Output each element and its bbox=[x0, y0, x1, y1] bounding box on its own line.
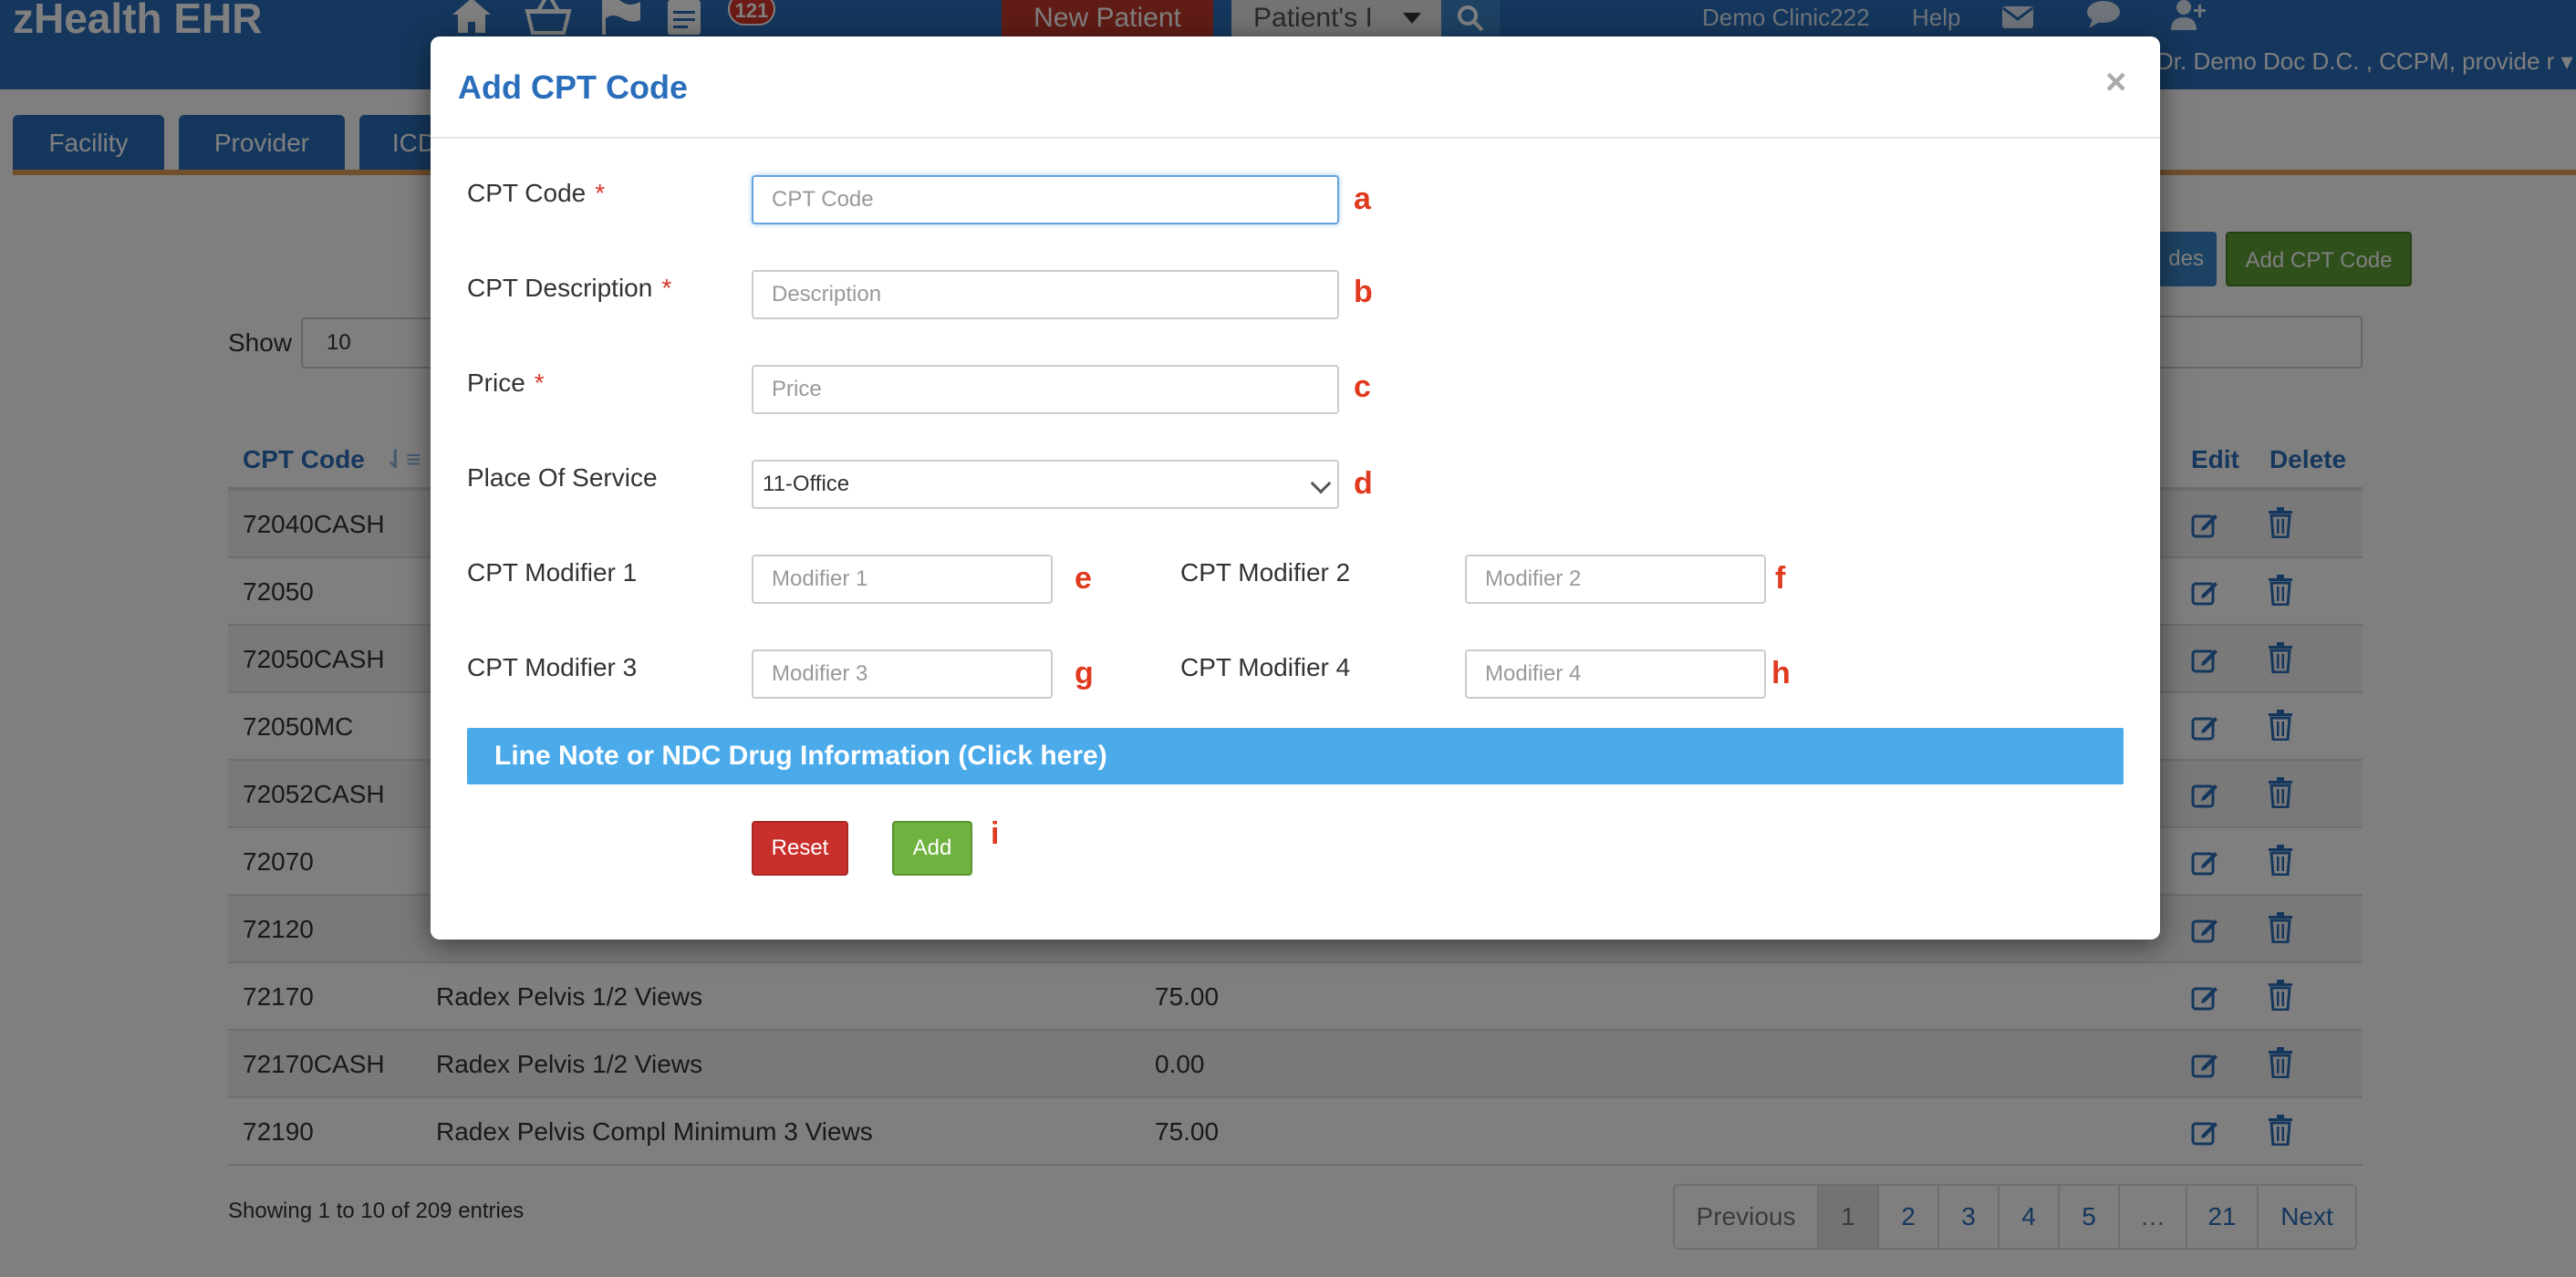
annotation-f: f bbox=[1775, 561, 1786, 596]
modifier-3-label: CPT Modifier 3 bbox=[467, 653, 638, 681]
annotation-g: g bbox=[1075, 656, 1094, 690]
cpt-description-label: CPT Description * bbox=[467, 274, 672, 302]
modifier-2-input[interactable]: Modifier 2 bbox=[1465, 555, 1766, 604]
modifier-4-label: CPT Modifier 4 bbox=[1180, 653, 1351, 681]
chevron-down-icon bbox=[1310, 472, 1332, 494]
annotation-c: c bbox=[1354, 369, 1371, 404]
modal-header bbox=[431, 36, 2160, 139]
annotation-e: e bbox=[1075, 561, 1092, 596]
annotation-b: b bbox=[1354, 275, 1373, 309]
modifier-1-input[interactable]: Modifier 1 bbox=[752, 555, 1053, 604]
line-note-ndc-toggle[interactable]: Line Note or NDC Drug Information (Click… bbox=[467, 728, 2124, 784]
reset-button[interactable]: Reset bbox=[752, 821, 848, 876]
annotation-h: h bbox=[1771, 656, 1791, 690]
annotation-i: i bbox=[991, 816, 1000, 851]
place-of-service-value: 11-Office bbox=[763, 472, 850, 496]
place-of-service-label: Place Of Service bbox=[467, 463, 658, 492]
price-label: Price * bbox=[467, 369, 545, 397]
close-icon[interactable]: × bbox=[2105, 62, 2126, 102]
place-of-service-select[interactable]: 11-Office bbox=[752, 460, 1339, 509]
annotation-a: a bbox=[1354, 182, 1371, 216]
cpt-code-label: CPT Code * bbox=[467, 179, 606, 207]
required-marker: * bbox=[661, 274, 672, 302]
price-input[interactable]: Price bbox=[752, 365, 1339, 414]
modifier-3-input[interactable]: Modifier 3 bbox=[752, 649, 1053, 699]
modifier-4-input[interactable]: Modifier 4 bbox=[1465, 649, 1766, 699]
add-button[interactable]: Add bbox=[892, 821, 972, 876]
required-marker: * bbox=[595, 179, 606, 207]
modifier-2-label: CPT Modifier 2 bbox=[1180, 558, 1351, 587]
annotation-d: d bbox=[1354, 466, 1373, 501]
cpt-code-input[interactable]: CPT Code bbox=[752, 175, 1339, 224]
cpt-description-input[interactable]: Description bbox=[752, 270, 1339, 319]
required-marker: * bbox=[534, 369, 545, 397]
add-cpt-code-modal: Add CPT Code × CPT Code * CPT Code a CPT … bbox=[431, 36, 2160, 940]
modifier-1-label: CPT Modifier 1 bbox=[467, 558, 638, 587]
modal-title: Add CPT Code bbox=[458, 68, 688, 106]
